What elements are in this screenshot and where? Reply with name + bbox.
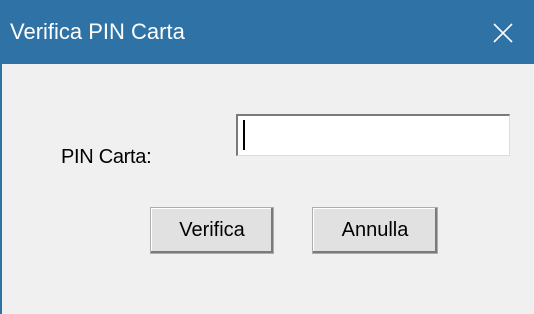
window-title: Verifica PIN Carta (10, 19, 185, 44)
cancel-button[interactable]: Annulla (312, 207, 438, 254)
title-bar[interactable]: Verifica PIN Carta (0, 0, 534, 64)
text-caret (243, 120, 245, 150)
window-border (0, 64, 2, 314)
verify-button[interactable]: Verifica (150, 207, 274, 254)
dialog-body (0, 64, 534, 314)
pin-label: PIN Carta: (61, 146, 152, 168)
close-icon (493, 23, 513, 43)
pin-input[interactable] (236, 114, 510, 156)
dialog-window: Verifica PIN Carta PIN Carta: Verifica A… (0, 0, 534, 314)
close-button[interactable] (476, 0, 534, 64)
